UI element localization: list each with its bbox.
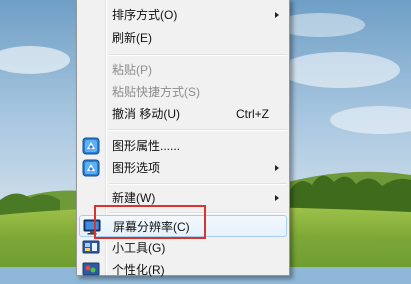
menu-item-personalize[interactable]: 个性化(R) xyxy=(79,259,287,281)
menu-item-graphics-options[interactable]: 图形选项 xyxy=(79,157,287,179)
menu-item-paste[interactable]: 粘贴(P) xyxy=(79,59,287,81)
menu-item-label: 新建(W) xyxy=(112,191,156,205)
submenu-arrow-icon xyxy=(275,195,279,201)
annotation-highlight-box xyxy=(94,205,206,239)
graphics-icon xyxy=(82,137,100,155)
menu-item-label: 图形属性...... xyxy=(112,139,181,153)
menu-separator xyxy=(109,183,287,185)
menu-item-paste-shortcut[interactable]: 粘贴快捷方式(S) xyxy=(79,81,287,103)
menu-item-label: 个性化(R) xyxy=(112,263,165,277)
menu-item-label: 图形选项 xyxy=(112,161,161,175)
graphics-icon xyxy=(82,159,100,177)
submenu-arrow-icon xyxy=(275,12,279,18)
menu-item-label: 排序方式(O) xyxy=(112,8,178,22)
menu-item-label: 小工具(G) xyxy=(112,241,166,255)
menu-item-gadgets[interactable]: 小工具(G) xyxy=(79,237,287,259)
menu-separator xyxy=(109,54,287,56)
menu-separator xyxy=(109,129,287,131)
menu-item-undo-move[interactable]: 撤消 移动(U) Ctrl+Z xyxy=(79,103,287,125)
gadgets-icon xyxy=(82,239,100,257)
menu-item-label: 粘贴快捷方式(S) xyxy=(112,85,200,99)
menu-item-label: 粘贴(P) xyxy=(112,63,152,77)
submenu-arrow-icon xyxy=(275,165,279,171)
menu-item-label: 撤消 移动(U) xyxy=(112,107,180,121)
menu-item-sort[interactable]: 排序方式(O) xyxy=(79,4,287,26)
menu-item-graphics-properties[interactable]: 图形属性...... xyxy=(79,135,287,157)
menu-item-label: 刷新(E) xyxy=(112,31,152,45)
menu-item-shortcut: Ctrl+Z xyxy=(236,107,269,121)
personalize-icon xyxy=(82,261,100,279)
menu-item-refresh[interactable]: 刷新(E) xyxy=(79,27,287,49)
